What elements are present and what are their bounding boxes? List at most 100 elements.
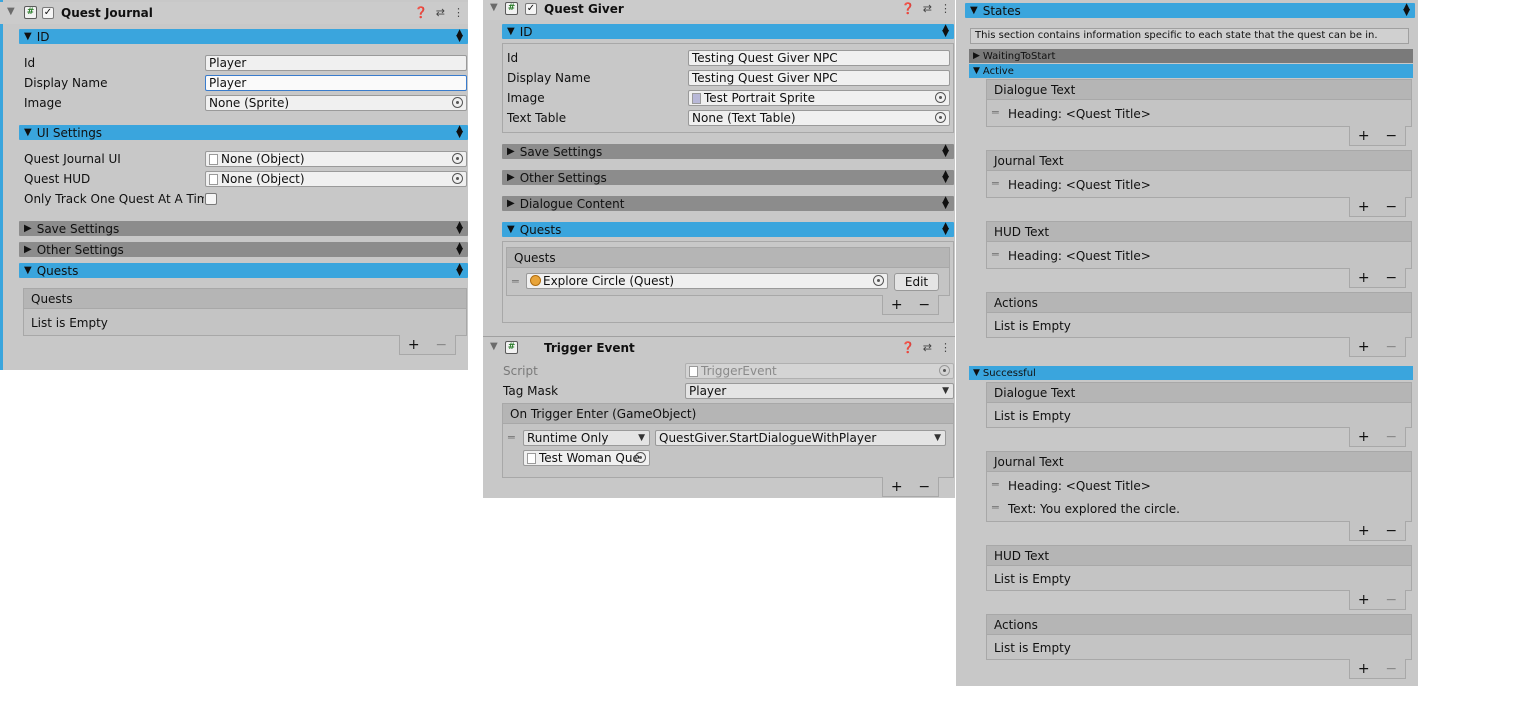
help-icon[interactable]: ❓ — [901, 2, 915, 15]
foldout-other-settings[interactable]: ▶ Other Settings ▲ ▼ — [502, 170, 954, 185]
object-picker-icon[interactable] — [452, 97, 463, 108]
add-button[interactable]: + — [1358, 592, 1370, 608]
foldout-states[interactable]: ▼ States ▲ ▼ — [965, 3, 1415, 18]
collapse-arrow-icon[interactable]: ▼ — [490, 2, 498, 13]
remove-button[interactable]: − — [1385, 339, 1397, 355]
quest-hud-field[interactable]: None (Object) — [205, 171, 467, 187]
enabled-checkbox[interactable]: ✓ — [42, 7, 54, 19]
preset-icon[interactable]: ⇄ — [436, 6, 445, 19]
display-name-field[interactable]: Player — [205, 75, 467, 91]
runtime-dropdown[interactable]: Runtime Only ▼ — [523, 430, 650, 446]
image-field[interactable]: None (Sprite) — [205, 95, 467, 111]
state-waiting-to-start[interactable]: ▶ WaitingToStart — [969, 49, 1413, 63]
remove-button[interactable]: − — [1385, 661, 1397, 677]
function-dropdown[interactable]: QuestGiver.StartDialogueWithPlayer ▼ — [655, 430, 946, 446]
add-button[interactable]: + — [891, 479, 903, 495]
add-button[interactable]: + — [1358, 128, 1370, 144]
list-item[interactable]: Heading: <Quest Title> — [1008, 178, 1151, 192]
reorder-icon[interactable]: ▲ ▼ — [456, 125, 463, 140]
reorder-icon[interactable]: ▲ ▼ — [942, 196, 949, 211]
object-picker-icon[interactable] — [452, 173, 463, 184]
display-name-field[interactable]: Testing Quest Giver NPC — [688, 70, 950, 86]
add-button[interactable]: + — [1358, 339, 1370, 355]
more-menu-icon[interactable]: ⋮ — [940, 2, 951, 15]
target-object-field[interactable]: Test Woman Que — [523, 450, 650, 466]
remove-button[interactable]: − — [1385, 592, 1397, 608]
list-item[interactable]: Text: You explored the circle. — [1008, 502, 1180, 516]
add-button[interactable]: + — [1358, 523, 1370, 539]
reorder-icon[interactable]: ▲ ▼ — [942, 222, 949, 237]
drag-handle-icon[interactable]: ═ — [992, 501, 999, 514]
reorder-icon[interactable]: ▲ ▼ — [1403, 3, 1410, 18]
foldout-save-settings[interactable]: ▶ Save Settings ▲ ▼ — [19, 221, 468, 236]
foldout-save-settings[interactable]: ▶ Save Settings ▲ ▼ — [502, 144, 954, 159]
help-icon[interactable]: ❓ — [901, 341, 915, 354]
image-field[interactable]: Test Portrait Sprite — [688, 90, 950, 106]
add-button[interactable]: + — [1358, 199, 1370, 215]
id-field[interactable]: Testing Quest Giver NPC — [688, 50, 950, 66]
remove-button[interactable]: − — [1385, 523, 1397, 539]
state-successful[interactable]: ▼ Successful — [969, 366, 1413, 380]
collapsed-arrow-icon: ▶ — [507, 198, 515, 209]
collapse-arrow-icon[interactable]: ▼ — [7, 6, 15, 17]
id-field[interactable]: Player — [205, 55, 467, 71]
remove-button[interactable]: − — [435, 337, 447, 353]
tag-mask-dropdown[interactable]: Player ▼ — [685, 383, 954, 399]
add-button[interactable]: + — [408, 337, 420, 353]
edit-button[interactable]: Edit — [894, 273, 939, 291]
component-header[interactable]: ▼ # ✓ Quest Giver ❓ ⇄ ⋮ — [483, 0, 955, 20]
list-item[interactable]: Heading: <Quest Title> — [1008, 107, 1151, 121]
list-item[interactable]: Heading: <Quest Title> — [1008, 479, 1151, 493]
drag-handle-icon[interactable]: ═ — [992, 106, 999, 119]
list-item[interactable]: Heading: <Quest Title> — [1008, 249, 1151, 263]
collapse-arrow-icon[interactable]: ▼ — [490, 341, 498, 352]
remove-button[interactable]: − — [1385, 270, 1397, 286]
help-icon[interactable]: ❓ — [414, 6, 428, 19]
more-menu-icon[interactable]: ⋮ — [940, 341, 951, 354]
object-picker-icon[interactable] — [935, 92, 946, 103]
reorder-icon[interactable]: ▲ ▼ — [456, 29, 463, 44]
add-button[interactable]: + — [1358, 429, 1370, 445]
state-active[interactable]: ▼ Active — [969, 64, 1413, 78]
drag-handle-icon[interactable]: ═ — [992, 478, 999, 491]
drag-handle-icon[interactable]: ═ — [992, 177, 999, 190]
foldout-id[interactable]: ▼ ID ▲ ▼ — [502, 24, 954, 39]
add-button[interactable]: + — [891, 297, 903, 313]
reorder-icon[interactable]: ▲ ▼ — [942, 144, 949, 159]
quest-item-field[interactable]: Explore Circle (Quest) — [526, 273, 888, 289]
object-picker-icon[interactable] — [873, 275, 884, 286]
remove-button[interactable]: − — [1385, 429, 1397, 445]
enabled-checkbox[interactable]: ✓ — [525, 3, 537, 15]
only-track-one-checkbox[interactable] — [205, 193, 217, 205]
object-picker-icon[interactable] — [935, 112, 946, 123]
object-picker-icon[interactable] — [452, 153, 463, 164]
preset-icon[interactable]: ⇄ — [923, 2, 932, 15]
drag-handle-icon[interactable]: ═ — [512, 275, 519, 288]
quest-journal-ui-field[interactable]: None (Object) — [205, 151, 467, 167]
component-header[interactable]: ▼ # ✓ Quest Journal ❓ ⇄ ⋮ — [0, 2, 468, 24]
more-menu-icon[interactable]: ⋮ — [453, 6, 464, 19]
remove-button[interactable]: − — [1385, 199, 1397, 215]
preset-icon[interactable]: ⇄ — [923, 341, 932, 354]
remove-button[interactable]: − — [918, 479, 930, 495]
reorder-icon[interactable]: ▲ ▼ — [456, 242, 463, 257]
foldout-ui-settings[interactable]: ▼ UI Settings ▲ ▼ — [19, 125, 468, 140]
add-button[interactable]: + — [1358, 661, 1370, 677]
drag-handle-icon[interactable]: ═ — [992, 248, 999, 261]
reorder-icon[interactable]: ▲ ▼ — [456, 221, 463, 236]
foldout-id[interactable]: ▼ ID ▲ ▼ — [19, 29, 468, 44]
component-header[interactable]: ▼ # Trigger Event ❓ ⇄ ⋮ — [483, 337, 955, 359]
remove-button[interactable]: − — [918, 297, 930, 313]
add-button[interactable]: + — [1358, 270, 1370, 286]
drag-handle-icon[interactable]: ═ — [508, 431, 515, 444]
foldout-quests[interactable]: ▼ Quests ▲ ▼ — [502, 222, 954, 237]
reorder-icon[interactable]: ▲ ▼ — [942, 24, 949, 39]
reorder-icon[interactable]: ▲ ▼ — [456, 263, 463, 278]
foldout-other-settings[interactable]: ▶ Other Settings ▲ ▼ — [19, 242, 468, 257]
remove-button[interactable]: − — [1385, 128, 1397, 144]
foldout-dialogue-content[interactable]: ▶ Dialogue Content ▲ ▼ — [502, 196, 954, 211]
text-table-field[interactable]: None (Text Table) — [688, 110, 950, 126]
object-picker-icon[interactable] — [635, 452, 646, 463]
foldout-quests[interactable]: ▼ Quests ▲ ▼ — [19, 263, 468, 278]
reorder-icon[interactable]: ▲ ▼ — [942, 170, 949, 185]
